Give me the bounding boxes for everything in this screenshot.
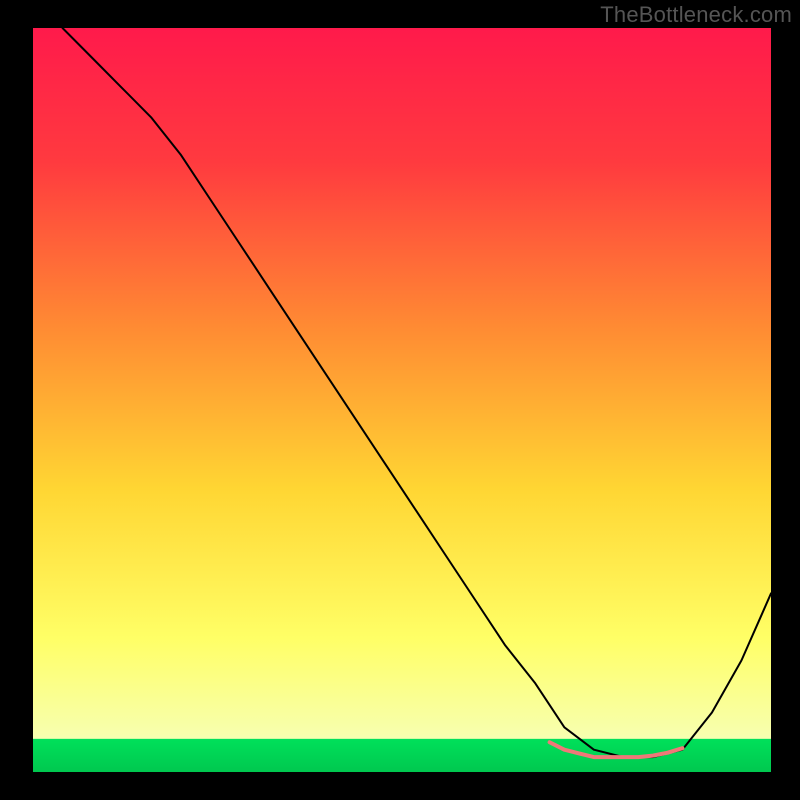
chart-background-gradient <box>33 28 771 772</box>
chart-stage: TheBottleneck.com <box>0 0 800 800</box>
chart-plot-area <box>33 28 771 772</box>
watermark-text: TheBottleneck.com <box>600 2 792 28</box>
chart-svg <box>33 28 771 772</box>
